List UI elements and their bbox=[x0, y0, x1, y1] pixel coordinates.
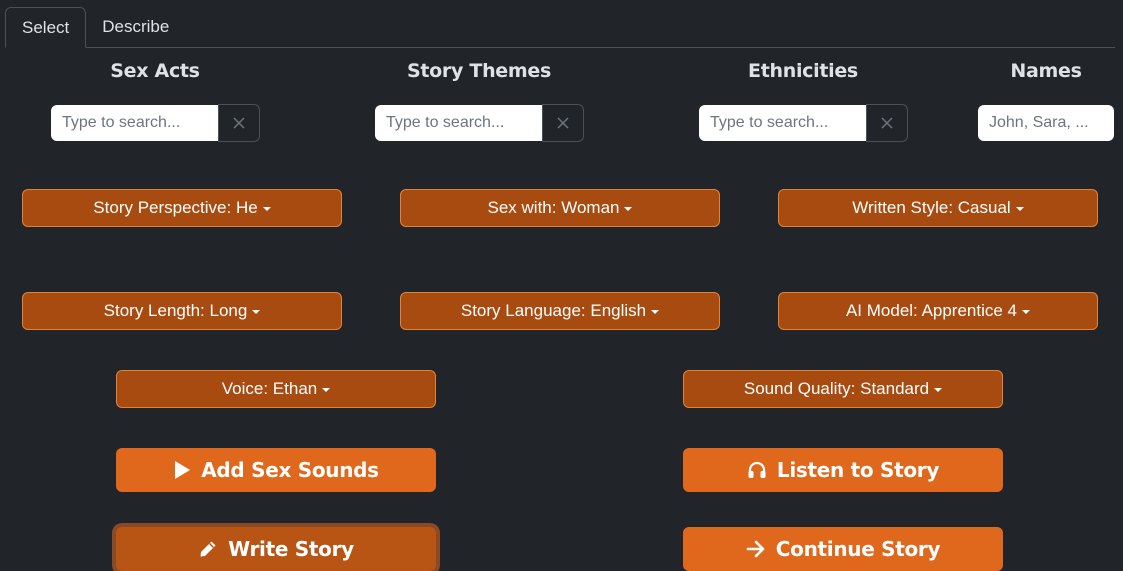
ethnicities-search-group bbox=[699, 104, 908, 142]
ai-model-label: AI Model: Apprentice 4 bbox=[845, 301, 1018, 320]
tab-bar: Select Describe bbox=[5, 0, 1115, 48]
caret-down-icon bbox=[252, 309, 261, 314]
close-icon bbox=[233, 117, 245, 129]
story-themes-search-input[interactable] bbox=[375, 105, 542, 141]
sound-quality-dropdown[interactable]: Sound Quality: Standard bbox=[683, 370, 1003, 408]
written-style-label: Written Style: Casual bbox=[852, 198, 1011, 217]
close-icon bbox=[881, 117, 893, 129]
tab-select[interactable]: Select bbox=[5, 7, 87, 48]
caret-down-icon bbox=[322, 387, 331, 392]
play-icon bbox=[175, 461, 191, 479]
ethnicities-heading: Ethnicities bbox=[748, 60, 858, 82]
story-perspective-dropdown[interactable]: Story Perspective: He bbox=[22, 189, 342, 227]
caret-down-icon bbox=[624, 206, 633, 211]
story-language-dropdown[interactable]: Story Language: English bbox=[400, 292, 720, 330]
close-icon bbox=[557, 117, 569, 129]
names-input[interactable] bbox=[978, 105, 1114, 141]
caret-down-icon bbox=[262, 206, 271, 211]
pencil-icon bbox=[200, 541, 216, 557]
sex-acts-heading: Sex Acts bbox=[110, 60, 200, 82]
caret-down-icon bbox=[1015, 206, 1024, 211]
ai-model-dropdown[interactable]: AI Model: Apprentice 4 bbox=[778, 292, 1098, 330]
ethnicities-search-input[interactable] bbox=[699, 105, 866, 141]
caret-down-icon bbox=[1022, 309, 1031, 314]
arrow-right-icon bbox=[746, 540, 765, 558]
story-length-dropdown[interactable]: Story Length: Long bbox=[22, 292, 342, 330]
sex-with-label: Sex with: Woman bbox=[487, 198, 620, 217]
story-themes-clear-button[interactable] bbox=[542, 104, 584, 142]
write-story-button[interactable]: Write Story bbox=[116, 527, 436, 571]
story-perspective-label: Story Perspective: He bbox=[93, 198, 258, 217]
sex-acts-search-group bbox=[51, 104, 260, 142]
caret-down-icon bbox=[651, 309, 660, 314]
listen-to-story-button[interactable]: Listen to Story bbox=[683, 448, 1003, 492]
voice-dropdown[interactable]: Voice: Ethan bbox=[116, 370, 436, 408]
sex-with-dropdown[interactable]: Sex with: Woman bbox=[400, 189, 720, 227]
names-heading: Names bbox=[1010, 60, 1082, 82]
continue-story-label: Continue Story bbox=[775, 537, 941, 561]
listen-to-story-label: Listen to Story bbox=[776, 458, 940, 482]
tab-describe[interactable]: Describe bbox=[86, 7, 185, 47]
headphones-icon bbox=[748, 461, 766, 478]
written-style-dropdown[interactable]: Written Style: Casual bbox=[778, 189, 1098, 227]
caret-down-icon bbox=[934, 387, 943, 392]
write-story-label: Write Story bbox=[228, 537, 354, 561]
add-sex-sounds-button[interactable]: Add Sex Sounds bbox=[116, 448, 436, 492]
continue-story-button[interactable]: Continue Story bbox=[683, 527, 1003, 571]
voice-label: Voice: Ethan bbox=[221, 379, 318, 398]
sound-quality-label: Sound Quality: Standard bbox=[743, 379, 930, 398]
story-language-label: Story Language: English bbox=[460, 301, 647, 320]
story-themes-search-group bbox=[375, 104, 584, 142]
story-themes-heading: Story Themes bbox=[407, 60, 551, 82]
sex-acts-search-input[interactable] bbox=[51, 105, 218, 141]
sex-acts-clear-button[interactable] bbox=[218, 104, 260, 142]
ethnicities-clear-button[interactable] bbox=[866, 104, 908, 142]
story-length-label: Story Length: Long bbox=[103, 301, 248, 320]
add-sex-sounds-label: Add Sex Sounds bbox=[201, 458, 379, 482]
